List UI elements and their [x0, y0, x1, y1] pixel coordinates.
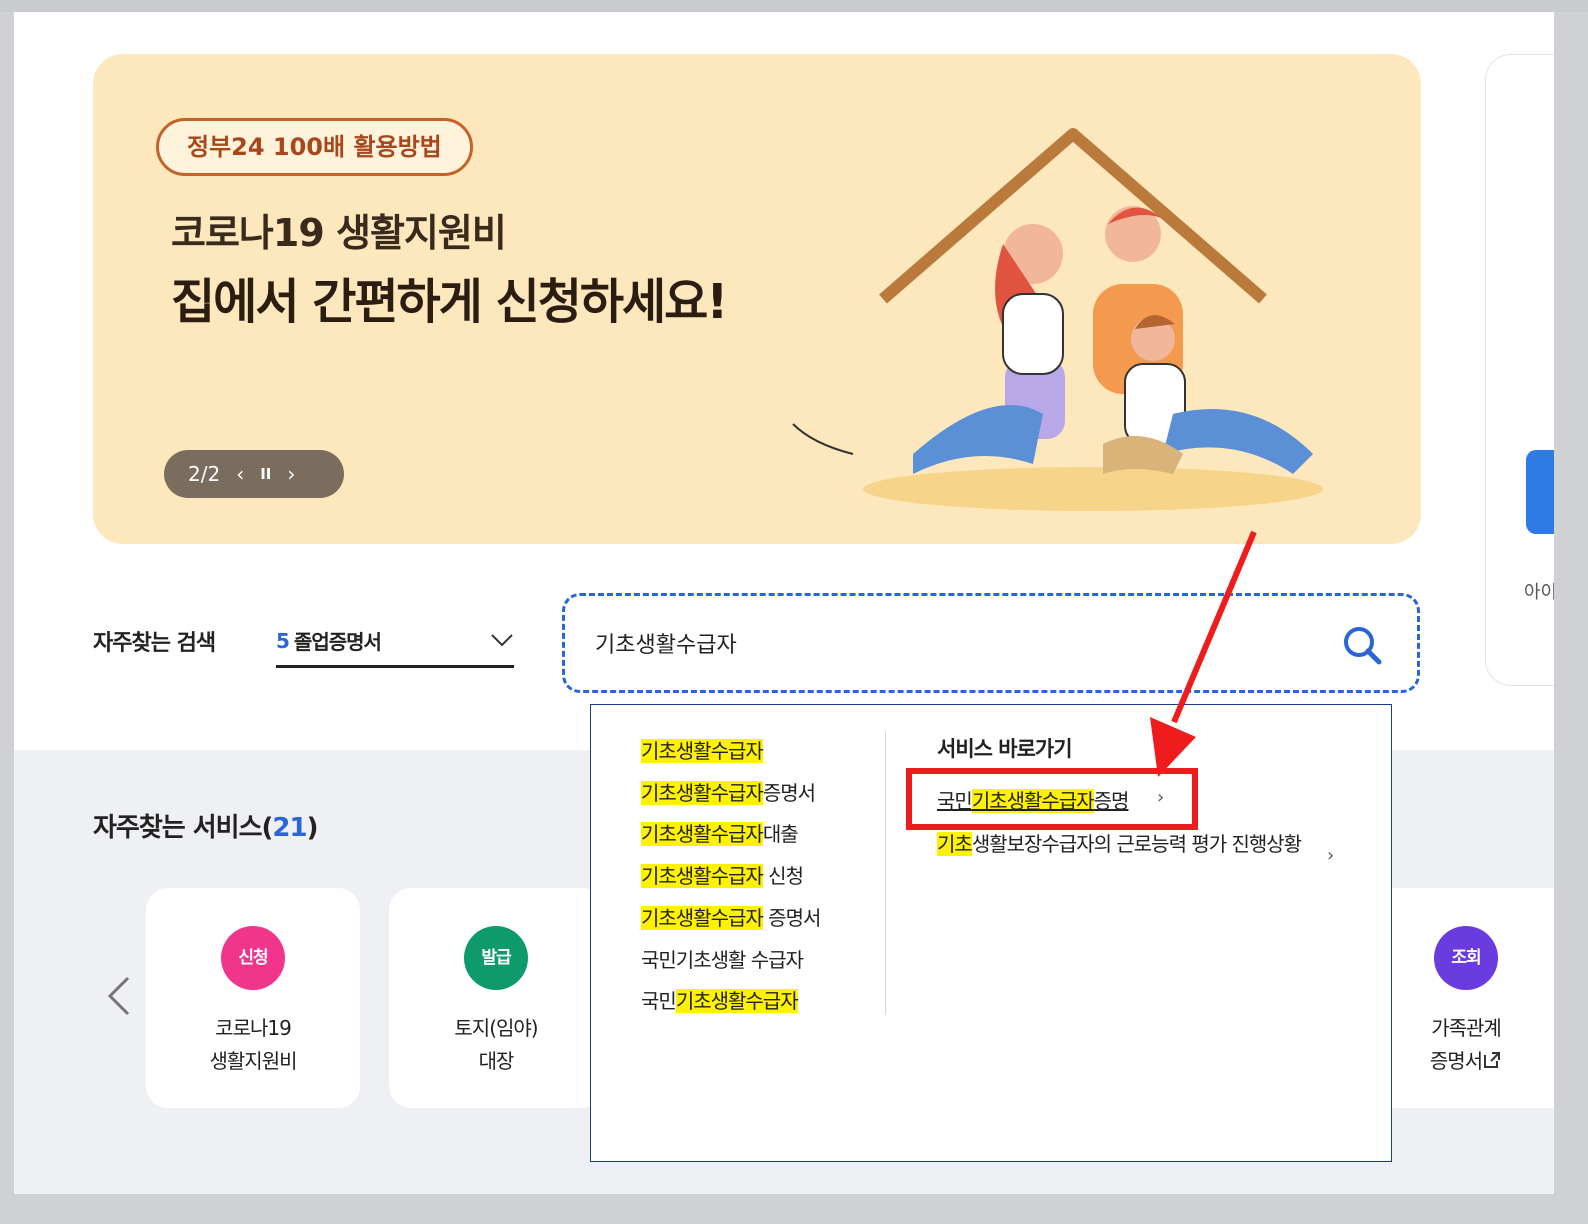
service-shortcut-rest: 생활보장수급자의 근로능력 평가 진행상황	[971, 832, 1302, 856]
suggestion-item[interactable]: 기초생활수급자 증명서	[641, 898, 821, 940]
service-badge: 조회	[1434, 926, 1498, 990]
service-shortcut-highlight: 기초	[937, 832, 973, 856]
suggestion-highlight: 기초생활수급자	[641, 739, 764, 763]
suggestion-item[interactable]: 기초생활수급자 신청	[641, 856, 820, 898]
service-name-line2: 생활지원비	[209, 1049, 298, 1073]
suggestion-rest: 증명서	[762, 905, 821, 930]
annotation-arrow	[1150, 530, 1257, 777]
frequent-services-title: 자주찾는 서비스(	[93, 813, 273, 843]
banner-title-line1: 코로나19 생활지원비	[171, 211, 507, 255]
login-button-partial[interactable]	[1526, 450, 1554, 534]
service-name-line2: 대장	[478, 1049, 515, 1073]
service-shortcut-item[interactable]: 기초생활보장수급자의 근로능력 평가 진행상황	[937, 827, 1317, 861]
frequent-search-term: 졸업증명서	[293, 630, 382, 654]
service-card[interactable]: 신청 코로나19 생활지원비	[146, 888, 360, 1108]
banner-pause-button[interactable]: II	[260, 465, 271, 483]
service-name: 코로나19 생활지원비	[146, 1012, 360, 1078]
frequent-services-title-close: )	[306, 813, 319, 843]
suggestion-prefix: 국민기초생활 수급자	[641, 947, 804, 972]
banner-badge: 정부24 100배 활용방법	[156, 118, 473, 176]
service-badge: 신청	[221, 926, 285, 990]
banner-controls: 2/2 ‹ II ›	[164, 450, 344, 498]
service-card[interactable]: 발급 토지(임야) 대장	[389, 888, 603, 1108]
suggestion-item[interactable]: 국민기초생활 수급자	[641, 940, 820, 982]
banner-pager: 2/2	[188, 462, 221, 486]
frequent-search-label: 자주찾는 검색	[93, 631, 216, 656]
suggestion-rest: 신청	[762, 864, 804, 889]
window-top-edge	[0, 0, 1588, 12]
frequent-search-dropdown[interactable]: 5 졸업증명서	[276, 616, 514, 668]
banner-title-line2: 집에서 간편하게 신청하세요!	[171, 274, 728, 330]
suggestion-list: 기초생활수급자 기초생활수급자증명서 기초생활수급자대출 기초생활수급자 신청 …	[641, 731, 821, 1023]
banner-prev-button[interactable]: ‹	[236, 462, 244, 486]
dropdown-divider	[885, 731, 886, 1015]
service-name-line2-text: 증명서	[1429, 1049, 1483, 1073]
family-house-illustration	[792, 128, 1323, 511]
service-name-line1: 코로나19	[215, 1016, 292, 1040]
chevron-right-icon: ›	[1327, 845, 1335, 866]
service-name-line1: 토지(임야)	[454, 1016, 538, 1040]
page-frame: 정부24 100배 활용방법 코로나19 생활지원비 집에서 간편하게 신청하세…	[14, 12, 1554, 1194]
frequent-services-heading: 자주찾는 서비스(21)	[93, 807, 319, 844]
suggestion-item[interactable]: 기초생활수급자대출	[641, 814, 820, 856]
external-link-icon	[1484, 1052, 1501, 1068]
search-icon[interactable]	[1341, 624, 1383, 666]
service-name: 토지(임야) 대장	[389, 1012, 603, 1078]
banner-next-button[interactable]: ›	[287, 462, 295, 486]
suggestion-rest: 대출	[762, 822, 799, 847]
frequent-services-count: 21	[272, 813, 307, 843]
id-link-partial[interactable]: 아이디	[1524, 578, 1554, 604]
service-shortcut-title: 서비스 바로가기	[937, 737, 1073, 761]
suggestion-item[interactable]: 기초생활수급자	[641, 731, 820, 773]
suggestion-highlight: 기초생활수급자	[641, 864, 764, 889]
chevron-down-icon	[491, 634, 513, 647]
suggestion-highlight: 기초생활수급자	[675, 989, 799, 1014]
suggestion-highlight: 기초생활수급자	[641, 822, 764, 847]
suggestion-rest: 증명서	[762, 780, 816, 805]
chevron-left-icon[interactable]	[106, 976, 132, 1016]
suggestion-highlight: 기초생활수급자	[641, 905, 764, 930]
service-badge: 발급	[464, 926, 528, 990]
search-box	[562, 593, 1420, 693]
suggestion-prefix: 국민	[641, 989, 677, 1014]
suggestion-highlight: 기초생활수급자	[641, 780, 764, 805]
suggestion-item[interactable]: 기초생활수급자증명서	[641, 773, 820, 815]
promo-banner[interactable]: 정부24 100배 활용방법 코로나19 생활지원비 집에서 간편하게 신청하세…	[93, 54, 1421, 544]
frequent-search-rank: 5	[276, 628, 290, 653]
suggestion-item[interactable]: 국민기초생활수급자	[641, 981, 820, 1023]
